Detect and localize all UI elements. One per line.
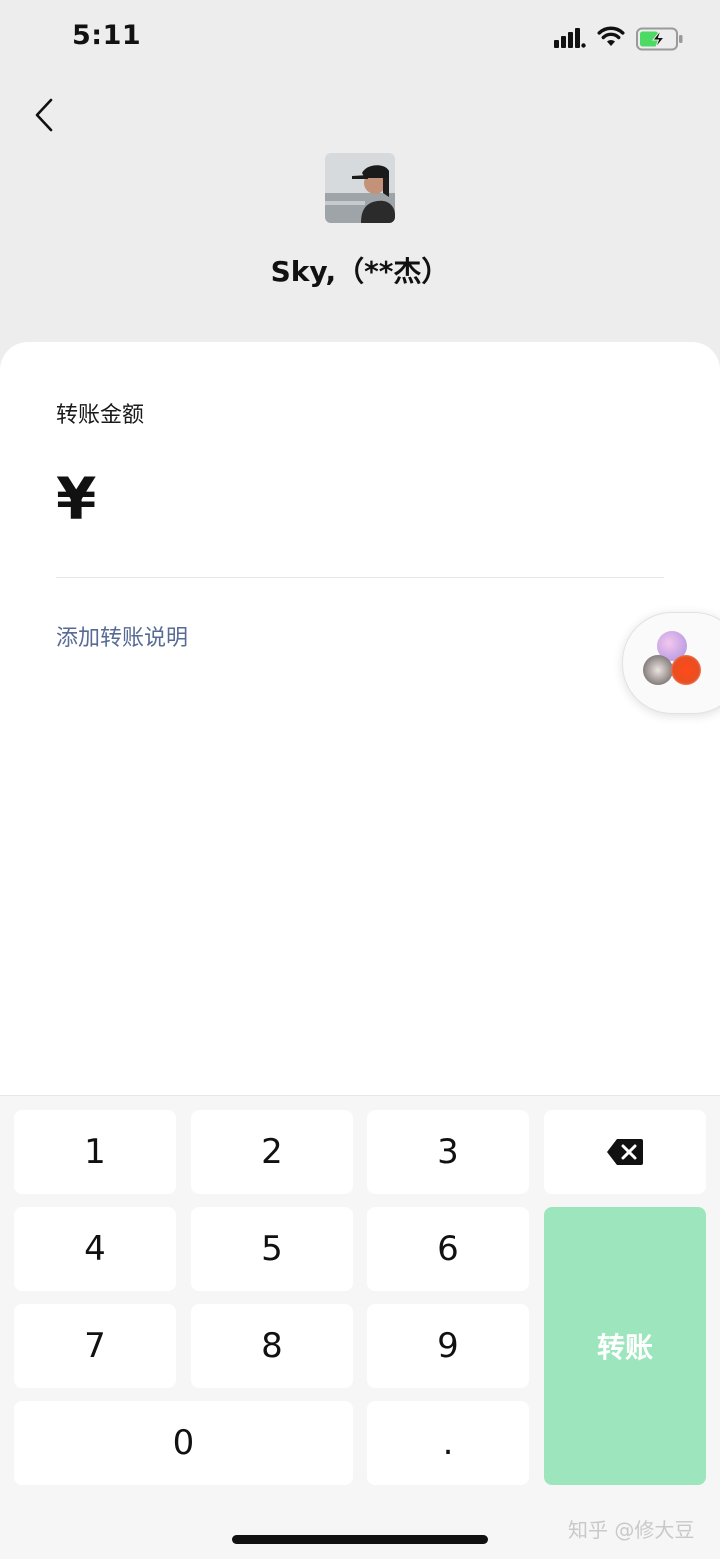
floating-window-bubble[interactable]: [622, 612, 720, 714]
status-time: 5:11: [72, 20, 142, 51]
key-9[interactable]: 9: [367, 1304, 529, 1388]
key-8[interactable]: 8: [191, 1304, 353, 1388]
key-3[interactable]: 3: [367, 1110, 529, 1194]
key-5[interactable]: 5: [191, 1207, 353, 1291]
recipient-name: Sky,（**杰）: [270, 255, 450, 288]
back-button[interactable]: [26, 92, 66, 138]
watermark: 知乎 @修大豆: [568, 1518, 695, 1542]
transfer-card: 转账金额 ¥ 添加转账说明: [0, 342, 720, 1102]
chevron-left-icon: [35, 98, 53, 132]
amount-label: 转账金额: [56, 403, 145, 428]
floating-app-thumbnail-icon: [671, 655, 701, 685]
cellular-signal-icon: [554, 28, 586, 48]
key-decimal[interactable]: .: [367, 1401, 529, 1485]
key-4[interactable]: 4: [14, 1207, 176, 1291]
currency-symbol: ¥: [56, 465, 97, 533]
key-2[interactable]: 2: [191, 1110, 353, 1194]
floating-app-thumbnail-icon: [643, 655, 673, 685]
add-note-link[interactable]: 添加转账说明: [56, 620, 188, 652]
key-7[interactable]: 7: [14, 1304, 176, 1388]
amount-input[interactable]: [110, 470, 654, 542]
home-indicator[interactable]: [232, 1535, 488, 1544]
backspace-icon: [607, 1139, 643, 1165]
recipient-avatar: [325, 153, 395, 223]
key-0[interactable]: 0: [14, 1401, 353, 1485]
key-1[interactable]: 1: [14, 1110, 176, 1194]
backspace-key[interactable]: [544, 1110, 706, 1194]
battery-charging-icon: [636, 27, 683, 51]
key-6[interactable]: 6: [367, 1207, 529, 1291]
transfer-confirm-button[interactable]: 转账: [544, 1207, 706, 1485]
numeric-keypad: 1 2 3 4 5 6 7 8 9 0 . 转账: [0, 1095, 720, 1559]
wifi-icon: [597, 26, 625, 46]
amount-divider: [56, 577, 664, 578]
status-bar: 5:11: [0, 0, 720, 80]
